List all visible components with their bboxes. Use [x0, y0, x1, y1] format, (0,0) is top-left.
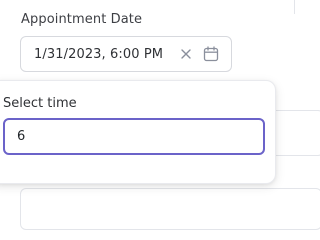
calendar-icon[interactable]: [203, 46, 219, 62]
close-icon[interactable]: [179, 47, 193, 61]
background-divider: [294, 0, 295, 14]
select-time-label: Select time: [3, 96, 77, 111]
time-picker-popover: Select time: [0, 80, 276, 184]
appointment-date-field[interactable]: 1/31/2023, 6:00 PM: [20, 36, 232, 72]
background-field: [20, 188, 320, 230]
time-input[interactable]: [3, 118, 265, 155]
date-value[interactable]: 1/31/2023, 6:00 PM: [34, 47, 179, 62]
field-label: Appointment Date: [21, 12, 143, 27]
